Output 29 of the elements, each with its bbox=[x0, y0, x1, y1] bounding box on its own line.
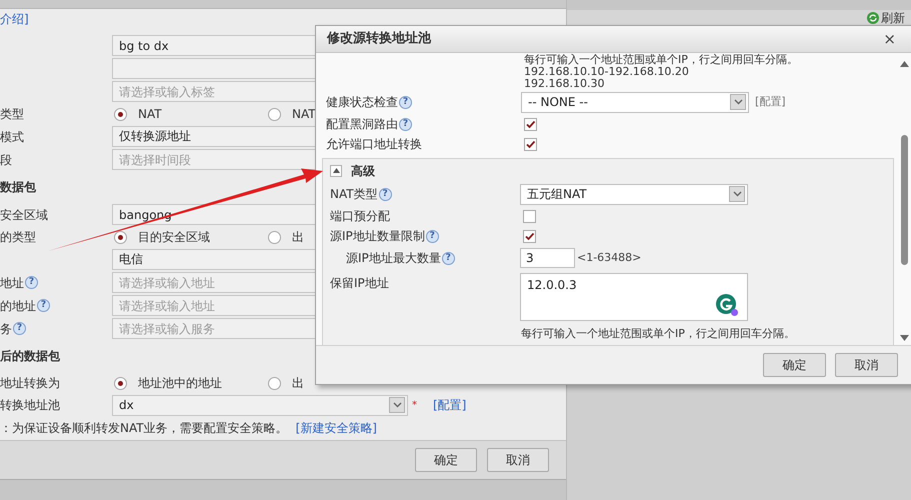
section-heading: 数据包 bbox=[0, 179, 36, 196]
range-hint: <1-63488> bbox=[577, 250, 642, 266]
field-label: 源IP地址数量限制 bbox=[330, 228, 425, 245]
field-label: 转换地址池 bbox=[0, 397, 60, 414]
hint-text: 192.168.10.30 bbox=[524, 78, 606, 90]
radio-label: 目的安全区域 bbox=[138, 229, 210, 246]
hint-text: 每行可输入一个地址范围或单个IP，行之间用回车分隔。 bbox=[520, 326, 796, 342]
required-mark: * bbox=[412, 398, 417, 413]
field-label: 地址转换为 bbox=[0, 375, 60, 392]
radio-label: NAT bbox=[138, 106, 162, 124]
radio-label: 出 bbox=[292, 229, 304, 246]
field-label: 的地址 bbox=[0, 298, 36, 315]
field-label: 地址 bbox=[0, 274, 24, 292]
field-label: 务 bbox=[0, 320, 12, 338]
radio-label: NAT bbox=[292, 106, 316, 124]
hint-text: 192.168.10.10-192.168.10.20 bbox=[524, 66, 690, 78]
field-label: 端口预分配 bbox=[330, 208, 390, 225]
field-label: 保留IP地址 bbox=[330, 275, 389, 292]
field-label: 的类型 bbox=[0, 229, 36, 246]
note-text: ：为保证设备顺利转发NAT业务，需要配置安全策略。 bbox=[0, 420, 288, 438]
field-label: 模式 bbox=[0, 128, 24, 146]
field-label: 安全区域 bbox=[0, 206, 48, 224]
section-heading: 后的数据包 bbox=[0, 348, 60, 366]
hint-text: 每行可输入一个地址范围或单个IP，行之间用回车分隔。 bbox=[524, 54, 799, 66]
field-label: NAT类型 bbox=[330, 186, 378, 203]
field-label: 段 bbox=[0, 152, 12, 169]
radio-label: 出 bbox=[292, 375, 304, 392]
field-label: 类型 bbox=[0, 106, 24, 124]
radio-label: 地址池中的地址 bbox=[138, 375, 222, 392]
